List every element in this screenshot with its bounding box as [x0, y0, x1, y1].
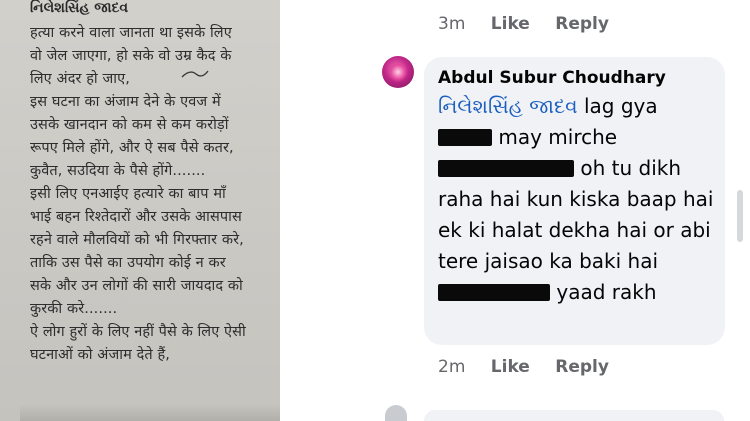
note-line: घटनाओं को अंजाम देते हैं, — [30, 347, 170, 363]
reply-button[interactable]: Reply — [555, 14, 609, 34]
comment-text-part: may mirche — [492, 125, 618, 149]
note-text: हत्या करने वाला जानता था इसके लिए वो जेल… — [30, 22, 280, 367]
note-line: ऐ लोग हुरों के लिए नहीं पैसे के लिए ऐसी — [30, 324, 246, 340]
comment-text-part: lag gya — [577, 94, 658, 118]
redaction-bar — [438, 129, 492, 146]
note-line: भाई बहन रिश्तेदारों और उसके आसपास — [30, 209, 242, 225]
note-line: हत्या करने वाला जानता था इसके लिए — [30, 25, 232, 41]
note-line: कुवैत, सउदिया के पैसे होंगे....... — [30, 163, 206, 179]
image-divider — [280, 0, 300, 421]
comment-text: નિલેશસિંહ જાદવ lag gya may mirche oh tu … — [438, 91, 718, 308]
note-line: उसके खानदान को कम से कम करोड़ों — [30, 117, 229, 133]
commenter-name[interactable]: Abdul Subur Choudhary — [438, 68, 666, 88]
cut-off-line — [20, 404, 280, 421]
note-line: वो जेल जाएगा, हो सके वो उम्र कैद के — [30, 48, 232, 64]
note-line: रहने वाले मौलवियों को भी गिरफ्तार करे, — [30, 232, 244, 248]
like-button[interactable]: Like — [491, 14, 530, 34]
note-line: कुरकी करे....... — [30, 301, 118, 317]
mention-link[interactable]: નિલેશસિંહ જાદવ — [438, 94, 578, 118]
note-line: सके और उन लोगों की सारी जायदाद को — [30, 278, 243, 294]
comment-time: 2m — [438, 357, 466, 377]
scrollbar-thumb[interactable] — [737, 190, 743, 242]
next-comment-bubble — [424, 410, 724, 421]
comment-bubble: Abdul Subur Choudhary નિલેશસિંહ જાદવ lag… — [424, 57, 725, 345]
like-button[interactable]: Like — [491, 357, 530, 377]
note-line: रूपए मिले होंगे, और ऐ सब पैसे कतर, — [30, 140, 234, 156]
note-author: નિલેશસિંહ જાદવ — [30, 0, 129, 16]
previous-comment-actions: 3m Like Reply — [438, 14, 629, 36]
comment-actions: 2m Like Reply — [438, 357, 629, 379]
redaction-bar — [438, 160, 574, 177]
reply-button[interactable]: Reply — [555, 357, 609, 377]
note-line: ताकि उस पैसे का उपयोग कोई न कर — [30, 255, 226, 271]
comment-time: 3m — [438, 14, 466, 34]
avatar-flower-shape — [388, 62, 408, 82]
comment-text-part: yaad rakh — [550, 280, 657, 304]
note-line: इस घटना का अंजाम देने के एवज में — [30, 94, 221, 110]
redaction-bar — [438, 284, 550, 301]
next-commenter-avatar[interactable] — [385, 405, 407, 421]
facebook-comment-thread: 3m Like Reply Abdul Subur Choudhary નિલે… — [300, 0, 750, 421]
note-line: इसी लिए एनआईए हत्यारे का बाप माँ — [30, 186, 226, 202]
note-line: लिए अंदर हो जाए, — [30, 71, 130, 87]
printed-note-photo: નિલેશસિંહ જાદવ हत्या करने वाला जानता था … — [0, 0, 280, 421]
pen-scribble-mark — [181, 70, 209, 78]
avatar-flower-icon[interactable] — [382, 56, 414, 88]
